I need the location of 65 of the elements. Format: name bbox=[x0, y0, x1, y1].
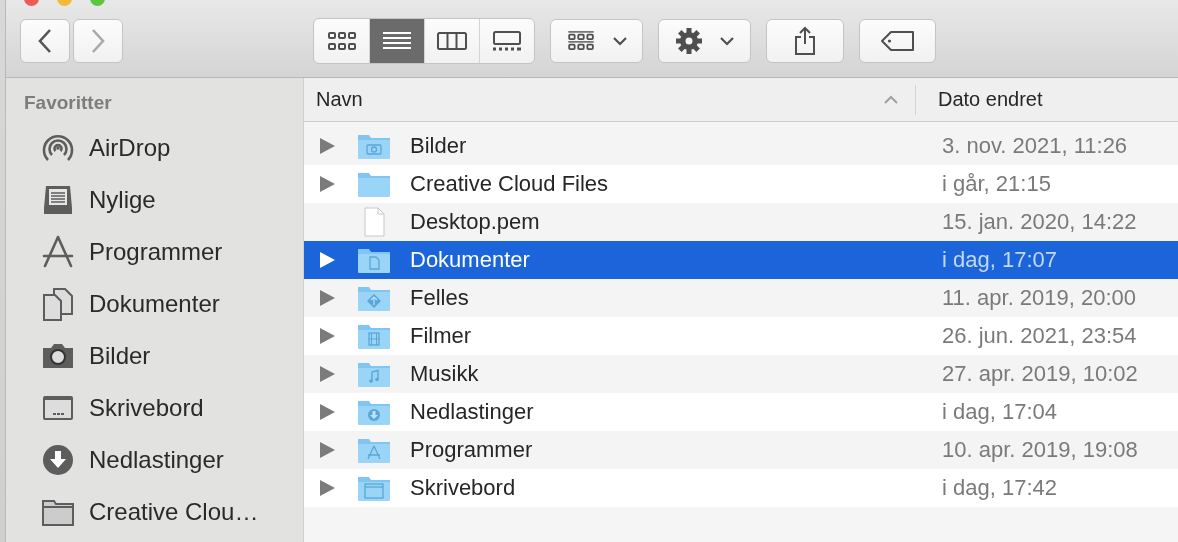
disclosure-triangle-icon[interactable] bbox=[318, 137, 336, 155]
sidebar-item[interactable]: Nylige bbox=[23, 174, 285, 226]
file-row[interactable]: Creative Cloud Files i går, 21:15 bbox=[304, 165, 1178, 203]
disclosure-triangle-icon[interactable] bbox=[318, 479, 336, 497]
sidebar-item[interactable]: Programmer bbox=[23, 226, 285, 278]
share-button[interactable] bbox=[766, 18, 844, 63]
columns-icon bbox=[437, 30, 467, 51]
sidebar-item[interactable]: Creative Clou… bbox=[23, 486, 285, 538]
file-name: Musikk bbox=[410, 361, 480, 387]
disclosure-triangle-icon[interactable] bbox=[318, 403, 336, 421]
download-icon bbox=[40, 442, 76, 478]
date-modified: i dag, 17:04 bbox=[942, 399, 1057, 425]
list-icon bbox=[382, 30, 412, 51]
settings-icon bbox=[674, 26, 703, 55]
group-button[interactable] bbox=[550, 18, 643, 63]
file-name: Dokumenter bbox=[410, 247, 531, 273]
column-header[interactable]: Dato endret bbox=[916, 78, 1043, 121]
date-modified: 10. apr. 2019, 19:08 bbox=[942, 437, 1138, 463]
file-name: Filmer bbox=[410, 323, 473, 349]
sidebar-item[interactable]: Dokumenter bbox=[23, 278, 285, 330]
file-name: Bilder bbox=[410, 133, 468, 159]
file-name: Nedlastinger bbox=[410, 399, 535, 425]
tags-button[interactable] bbox=[859, 18, 936, 63]
settings-button[interactable] bbox=[658, 18, 751, 63]
disclosure-triangle-icon[interactable] bbox=[318, 175, 336, 193]
file-row[interactable]: Nedlastinger i dag, 17:04 bbox=[304, 393, 1178, 431]
view-mode-control[interactable] bbox=[313, 17, 535, 64]
grid-icon bbox=[326, 30, 357, 51]
share-icon bbox=[793, 25, 817, 56]
list-view-button[interactable] bbox=[369, 18, 424, 63]
date-modified: i dag, 17:07 bbox=[942, 247, 1057, 273]
group-icon bbox=[565, 30, 596, 51]
disclosure-triangle-icon[interactable] bbox=[318, 251, 336, 269]
file-name: Skrivebord bbox=[410, 475, 517, 501]
file-row[interactable]: Skrivebord i dag, 17:42 bbox=[304, 469, 1178, 507]
sidebar-heading: Favoritter bbox=[24, 92, 112, 114]
file-row[interactable]: Dokumenter i dag, 17:07 bbox=[304, 241, 1178, 279]
disclosure-triangle-icon[interactable] bbox=[318, 365, 336, 383]
sidebar-item[interactable]: AirDrop bbox=[23, 122, 285, 174]
file-name: Desktop.pem bbox=[410, 209, 541, 235]
file-row[interactable]: Filmer 26. jun. 2021, 23:54 bbox=[304, 317, 1178, 355]
date-modified: i går, 21:15 bbox=[942, 171, 1051, 197]
sidebar-item[interactable]: Bilder bbox=[23, 330, 285, 382]
sidebar-item[interactable]: Skrivebord bbox=[23, 382, 285, 434]
gallery-icon bbox=[492, 30, 522, 51]
file-name: Creative Cloud Files bbox=[410, 171, 610, 197]
file-name: Felles bbox=[410, 285, 470, 311]
app-store-icon bbox=[40, 234, 76, 270]
disclosure-triangle-icon[interactable] bbox=[318, 289, 336, 307]
disclosure-triangle-icon[interactable] bbox=[318, 327, 336, 345]
tag-icon bbox=[879, 29, 916, 52]
back-button[interactable] bbox=[20, 18, 70, 63]
chevron-down-icon bbox=[611, 35, 628, 46]
date-modified: 27. apr. 2019, 10:02 bbox=[942, 361, 1138, 387]
disclosure-triangle-icon[interactable] bbox=[318, 441, 336, 459]
date-modified: 26. jun. 2021, 23:54 bbox=[942, 323, 1137, 349]
date-modified: 11. apr. 2019, 20:00 bbox=[942, 285, 1137, 311]
column-header[interactable]: Navn bbox=[304, 84, 916, 115]
date-modified: i dag, 17:42 bbox=[942, 475, 1057, 501]
date-modified: 3. nov. 2021, 11:26 bbox=[942, 133, 1128, 159]
date-modified: 15. jan. 2020, 14:22 bbox=[942, 209, 1137, 235]
sidebar-item[interactable]: Nedlastinger bbox=[23, 434, 285, 486]
file-name: Programmer bbox=[410, 437, 534, 463]
documents-icon bbox=[40, 286, 76, 322]
chevron-down-icon bbox=[718, 35, 735, 46]
